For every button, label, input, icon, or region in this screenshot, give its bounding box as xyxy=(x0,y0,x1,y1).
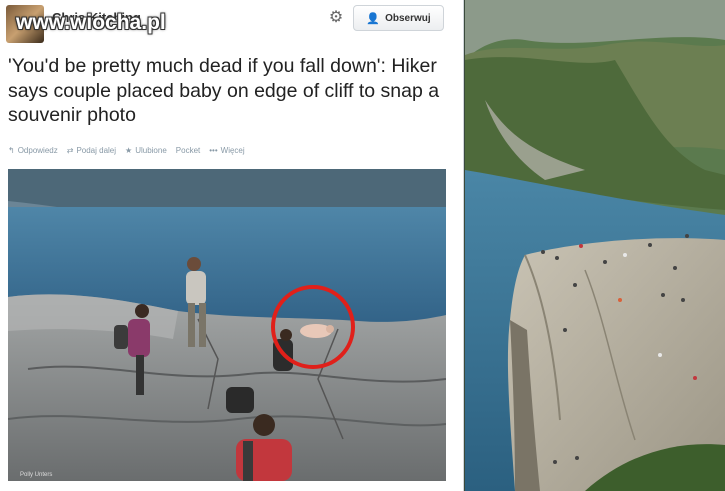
follow-button[interactable]: 👤 Obserwuj xyxy=(353,5,444,31)
star-icon: ★ xyxy=(125,146,133,155)
reply-label: Odpowiedz xyxy=(17,146,58,155)
tweet-card: Chris Kitching www.wiocha.pl ⚙ 👤 Obserwu… xyxy=(0,0,464,491)
favorite-label: Ulubione xyxy=(135,146,167,155)
more-icon: ••• xyxy=(209,146,218,155)
photo-credit: Polly Unters xyxy=(20,472,53,478)
retweet-icon: ⇄ xyxy=(66,146,74,155)
reply-action[interactable]: ↰ Odpowiedz xyxy=(8,146,58,155)
pocket-label: Pocket xyxy=(175,146,201,155)
pocket-action[interactable]: Pocket xyxy=(176,146,200,155)
backpack-object xyxy=(226,387,254,413)
add-user-icon: 👤 xyxy=(366,12,381,25)
tweet-photo[interactable]: Polly Unters xyxy=(8,169,446,481)
aerial-photo xyxy=(465,0,725,491)
follow-label: Obserwuj xyxy=(385,12,431,24)
more-action[interactable]: ••• Więcej xyxy=(209,146,244,155)
gear-icon[interactable]: ⚙ xyxy=(327,9,345,27)
tweet-text: 'You'd be pretty much dead if you fall d… xyxy=(8,55,440,126)
pulpit-rock-illustration xyxy=(465,0,725,491)
more-label: Więcej xyxy=(220,146,245,155)
favorite-action[interactable]: ★ Ulubione xyxy=(125,146,167,155)
site-watermark: www.wiocha.pl xyxy=(16,11,166,34)
reply-icon: ↰ xyxy=(8,146,15,155)
retweet-action[interactable]: ⇄ Podaj dalej xyxy=(67,146,116,155)
tweet-actions: ↰ Odpowiedz ⇄ Podaj dalej ★ Ulubione Poc… xyxy=(8,146,245,155)
retweet-label: Podaj dalej xyxy=(76,146,117,155)
cliff-photo-illustration xyxy=(8,169,446,481)
